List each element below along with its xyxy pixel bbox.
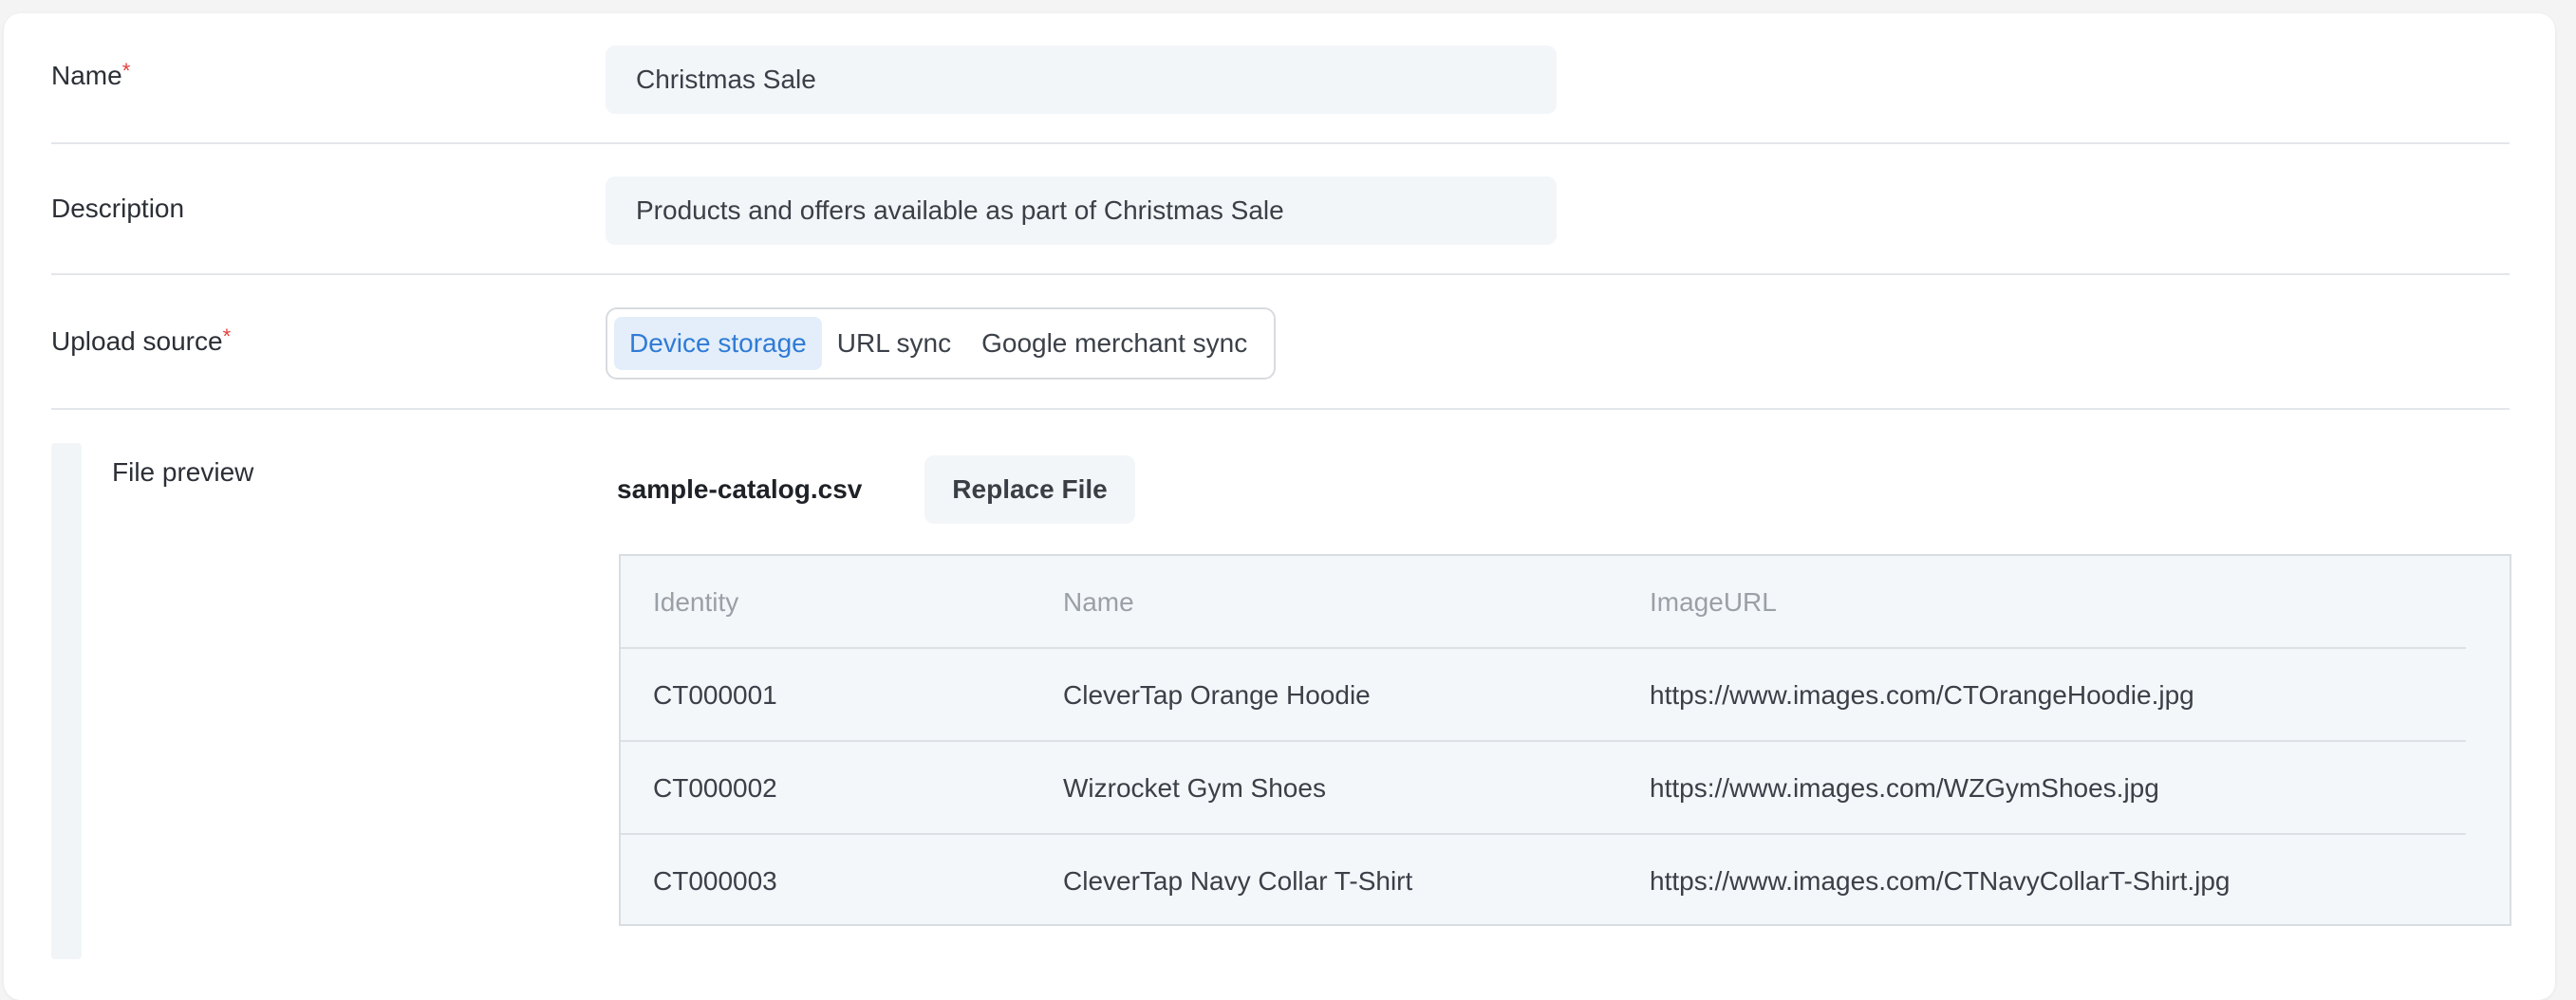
divider	[51, 408, 2510, 410]
file-preview-table: Identity Name ImageURL CT000001 CleverTa…	[619, 554, 2511, 926]
option-device-storage[interactable]: Device storage	[614, 317, 822, 370]
file-preview-accent-bar	[51, 443, 82, 959]
table-row: CT000001 CleverTap Orange Hoodie https:/…	[621, 649, 2466, 742]
column-header-identity: Identity	[653, 587, 739, 617]
required-mark: *	[222, 324, 232, 348]
cell-imageurl: https://www.images.com/CTNavyCollarT-Shi…	[1650, 866, 2231, 896]
cell-imageurl: https://www.images.com/WZGymShoes.jpg	[1650, 773, 2159, 803]
cell-identity: CT000003	[653, 866, 777, 896]
cell-name: Wizrocket Gym Shoes	[1063, 773, 1326, 803]
table-header-row: Identity Name ImageURL	[621, 556, 2466, 649]
name-label: Name*	[51, 59, 131, 91]
column-header-imageurl: ImageURL	[1650, 587, 1777, 617]
upload-source-label-text: Upload source	[51, 326, 223, 356]
cell-identity: CT000001	[653, 680, 777, 710]
upload-source-selector: Device storage URL sync Google merchant …	[606, 307, 1276, 380]
divider	[51, 142, 2510, 144]
file-preview-label: File preview	[112, 457, 254, 487]
catalog-form-card: Name* Christmas Sale Description Product…	[4, 13, 2555, 1000]
column-header-name: Name	[1063, 587, 1134, 617]
option-google-merchant-sync[interactable]: Google merchant sync	[966, 317, 1262, 370]
name-label-text: Name	[51, 61, 122, 90]
description-input[interactable]: Products and offers available as part of…	[606, 176, 1557, 245]
cell-name: CleverTap Navy Collar T-Shirt	[1063, 866, 1413, 896]
required-mark: *	[121, 59, 131, 83]
name-input[interactable]: Christmas Sale	[606, 46, 1557, 114]
upload-source-label: Upload source*	[51, 324, 232, 357]
table-row: CT000002 Wizrocket Gym Shoes https://www…	[621, 742, 2466, 835]
replace-file-button[interactable]: Replace File	[924, 455, 1135, 524]
description-label: Description	[51, 194, 185, 223]
file-name: sample-catalog.csv	[617, 474, 863, 504]
divider	[51, 273, 2510, 275]
option-url-sync[interactable]: URL sync	[822, 317, 966, 370]
cell-name: CleverTap Orange Hoodie	[1063, 680, 1371, 710]
cell-imageurl: https://www.images.com/CTOrangeHoodie.jp…	[1650, 680, 2194, 710]
table-row: CT000003 CleverTap Navy Collar T-Shirt h…	[621, 835, 2466, 928]
cell-identity: CT000002	[653, 773, 777, 803]
